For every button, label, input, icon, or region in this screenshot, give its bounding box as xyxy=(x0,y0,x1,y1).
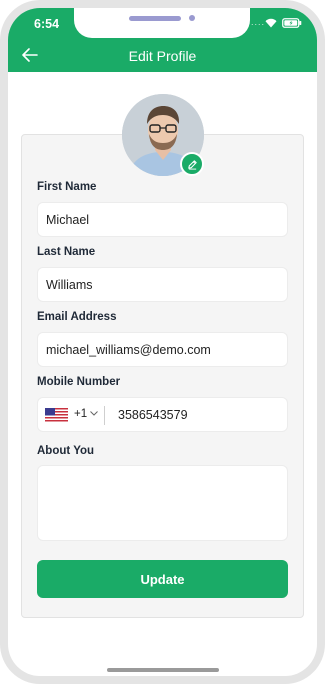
chevron-down-icon[interactable] xyxy=(90,411,98,416)
email-label: Email Address xyxy=(37,311,117,323)
page-title: Edit Profile xyxy=(128,48,197,64)
app-header: 6:54 .... Edit Profile xyxy=(8,8,317,72)
home-indicator[interactable] xyxy=(107,668,219,672)
first-name-label: First Name xyxy=(37,181,97,193)
last-name-field[interactable] xyxy=(37,267,288,302)
field-divider xyxy=(104,406,105,425)
about-you-label: About You xyxy=(37,445,95,457)
last-name-label: Last Name xyxy=(37,246,96,258)
wifi-icon xyxy=(265,18,277,28)
phone-frame: 6:54 .... Edit Profile First Name Michae… xyxy=(0,0,325,684)
pencil-icon xyxy=(187,159,197,170)
battery-charging-icon xyxy=(282,18,302,28)
app-screen: 6:54 .... Edit Profile First Name Michae… xyxy=(8,8,317,676)
country-code[interactable]: +1 xyxy=(74,408,87,420)
signal-dots: .... xyxy=(251,17,266,27)
mobile-number-field: +1 xyxy=(37,397,288,432)
update-button[interactable]: Update xyxy=(37,560,288,598)
email-field[interactable] xyxy=(37,332,288,367)
status-time: 6:54 xyxy=(34,17,60,31)
us-flag-icon[interactable] xyxy=(45,408,68,423)
mobile-number-input[interactable] xyxy=(118,398,283,431)
camera-icon xyxy=(189,15,195,21)
mobile-number-label: Mobile Number xyxy=(37,376,121,388)
first-name-field[interactable] xyxy=(37,202,288,237)
about-you-textarea[interactable] xyxy=(37,465,288,541)
speaker-icon xyxy=(129,16,181,21)
phone-notch xyxy=(74,8,250,38)
edit-avatar-button[interactable] xyxy=(180,152,204,176)
avatar-container xyxy=(122,94,204,176)
